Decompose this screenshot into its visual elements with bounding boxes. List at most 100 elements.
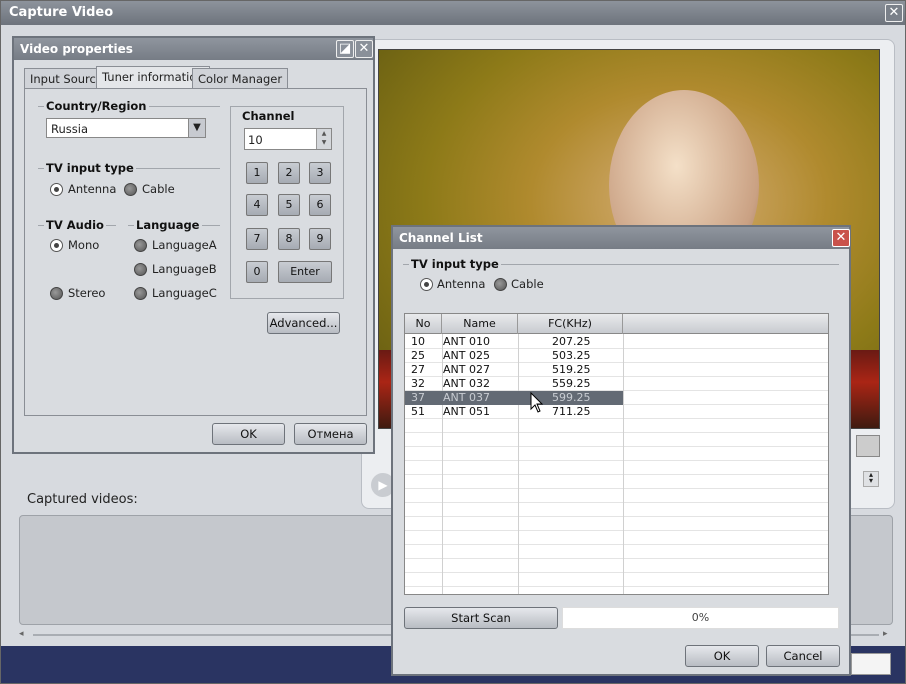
key-4-button[interactable]: 4 [246,194,268,216]
language-b-label: LanguageB [152,262,217,276]
language-group-label: Language [134,218,202,232]
tv-audio-group-label: TV Audio [44,218,106,232]
ok-button[interactable]: OK [212,423,285,445]
cell-no: 37 [411,391,425,404]
cell-no: 51 [411,405,425,418]
key-2-button[interactable]: 2 [278,162,300,184]
column-divider [623,334,624,594]
grid-line [405,572,828,573]
close-icon[interactable]: ✕ [355,40,373,58]
key-6-button[interactable]: 6 [309,194,331,216]
channel-spinner-icon[interactable]: ▲ ▼ [316,129,331,149]
channel-list-dialog: Channel List ✕ TV input type Antenna Cab… [391,225,851,676]
table-header: No Name FC(KHz) [405,314,828,334]
cell-name: ANT 027 [443,363,490,376]
stereo-label: Stereo [68,286,106,300]
grid-line [405,460,828,461]
grid-line [405,544,828,545]
language-c-label: LanguageC [152,286,217,300]
scroll-left-icon[interactable]: ◂ [19,629,24,639]
cell-fc: 503.25 [552,349,591,362]
start-scan-button[interactable]: Start Scan [404,607,558,629]
video-properties-dialog: Video properties ◪ ✕ Input Source Tuner … [12,36,375,454]
grid-line [405,446,828,447]
column-header-fc[interactable]: FC(KHz) [518,314,623,334]
captured-videos-label: Captured videos: [27,492,138,507]
tv-input-group-label: TV input type [44,161,136,175]
cell-name: ANT 010 [443,335,490,348]
cell-fc: 599.25 [552,391,591,404]
antenna-radio[interactable] [50,183,63,196]
antenna-radio[interactable] [420,278,433,291]
table-row[interactable]: 27 ANT 027 519.25 [405,363,623,377]
cell-fc: 711.25 [552,405,591,418]
cell-fc: 519.25 [552,363,591,376]
grid-line [405,586,828,587]
fullscreen-icon[interactable] [856,435,880,457]
cable-radio[interactable] [124,183,137,196]
antenna-label: Antenna [437,277,486,291]
column-header-no[interactable]: No [405,314,442,334]
video-properties-title: Video properties [14,38,373,60]
grid-line [405,530,828,531]
channel-list-title: Channel List [393,227,849,249]
channel-group-label: Channel [240,109,297,123]
stereo-radio[interactable] [50,287,63,300]
cancel-button[interactable]: Cancel [766,645,840,667]
cell-no: 25 [411,349,425,362]
country-group-label: Country/Region [44,99,149,113]
chevron-down-icon[interactable]: ▼ [188,119,205,137]
scan-progress-bar: 0% [562,607,839,629]
table-row[interactable]: 25 ANT 025 503.25 [405,349,623,363]
key-5-button[interactable]: 5 [278,194,300,216]
cancel-button[interactable]: Отмена [294,423,367,445]
table-row[interactable]: 32 ANT 032 559.25 [405,377,623,391]
cell-fc: 559.25 [552,377,591,390]
grid-line [405,516,828,517]
key-9-button[interactable]: 9 [309,228,331,250]
mono-label: Mono [68,238,100,252]
language-c-radio[interactable] [134,287,147,300]
cell-name: ANT 037 [443,391,490,404]
key-7-button[interactable]: 7 [246,228,268,250]
cell-name: ANT 032 [443,377,490,390]
mono-radio[interactable] [50,239,63,252]
main-title: Capture Video [1,1,905,25]
scroll-right-icon[interactable]: ▸ [883,629,888,639]
mouse-cursor-icon [530,392,544,413]
tv-input-group-label: TV input type [409,257,501,271]
enter-button[interactable]: Enter [278,261,332,283]
restore-icon[interactable]: ◪ [336,40,354,58]
advanced-button[interactable]: Advanced... [267,312,340,334]
cable-label: Cable [511,277,544,291]
language-a-radio[interactable] [134,239,147,252]
grid-line [405,474,828,475]
table-row[interactable]: 51 ANT 051 711.25 [405,405,623,419]
table-row[interactable]: 10 ANT 010 207.25 [405,335,623,349]
key-0-button[interactable]: 0 [246,261,268,283]
key-1-button[interactable]: 1 [246,162,268,184]
cell-fc: 207.25 [552,335,591,348]
main-close-icon[interactable]: ✕ [885,4,903,22]
column-header-name[interactable]: Name [442,314,518,334]
language-b-radio[interactable] [134,263,147,276]
spin-arrows-icon[interactable]: ▴ ▾ [863,471,879,487]
ok-button[interactable]: OK [685,645,759,667]
channel-table[interactable]: No Name FC(KHz) 10 ANT 010 207.25 25 ANT… [404,313,829,595]
key-3-button[interactable]: 3 [309,162,331,184]
cell-name: ANT 025 [443,349,490,362]
close-icon[interactable]: ✕ [832,229,850,247]
cell-no: 10 [411,335,425,348]
grid-line [405,502,828,503]
antenna-label: Antenna [68,182,117,196]
cable-label: Cable [142,182,175,196]
cable-radio[interactable] [494,278,507,291]
cell-no: 32 [411,377,425,390]
language-a-label: LanguageA [152,238,217,252]
grid-line [405,432,828,433]
tab-color-manager[interactable]: Color Manager [192,68,289,88]
table-row-selected[interactable]: 37 ANT 037 599.25 [405,391,623,405]
country-select[interactable]: Russia [46,118,206,138]
key-8-button[interactable]: 8 [278,228,300,250]
bottom-field[interactable] [851,653,891,675]
